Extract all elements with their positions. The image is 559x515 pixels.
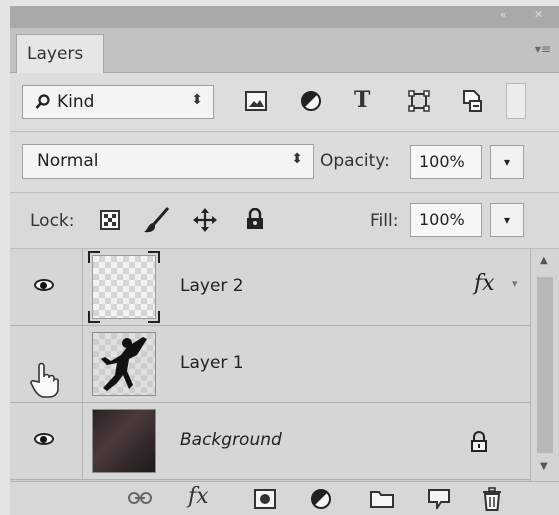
lock-icon — [471, 431, 487, 452]
layer-row-background[interactable]: Background — [10, 403, 530, 480]
filter-toggle-switch[interactable] — [506, 83, 526, 119]
scrollbar-thumb[interactable] — [537, 277, 553, 453]
link-layers-icon[interactable] — [128, 491, 152, 505]
scroll-down-icon[interactable]: ▼ — [540, 461, 548, 472]
figure-thumbnail-icon — [93, 333, 155, 395]
type-filter-icon[interactable]: T — [354, 87, 370, 113]
selection-frame-icon — [88, 251, 160, 323]
blend-mode-select[interactable]: Normal ⬍ — [22, 144, 314, 179]
new-group-icon[interactable] — [370, 490, 394, 508]
panel-titlebar: « ✕ — [10, 6, 559, 28]
hand-cursor-icon — [30, 362, 59, 398]
visibility-toggle[interactable] — [10, 403, 83, 479]
fill-dropdown-button[interactable]: ▾ — [490, 203, 524, 237]
layers-list: Layer 2 fx ▾ Layer 1 Background ▲ ▼ — [10, 249, 559, 481]
scroll-up-icon[interactable]: ▲ — [540, 255, 548, 266]
collapse-icon[interactable]: « — [500, 8, 507, 21]
tab-label: Layers — [27, 44, 84, 64]
tab-bar: Layers ▾≡ — [10, 28, 559, 73]
layers-bottom-toolbar: fx — [10, 481, 559, 515]
select-arrow-icon: ⬍ — [191, 92, 203, 108]
lock-position-icon[interactable] — [193, 208, 217, 232]
opacity-label: Opacity: — [320, 151, 390, 171]
blend-mode-value: Normal — [37, 151, 99, 171]
expand-effects-icon[interactable]: ▾ — [512, 277, 518, 290]
tab-layers[interactable]: Layers — [16, 34, 104, 73]
opacity-dropdown-button[interactable]: ▾ — [490, 145, 524, 179]
filter-kind-select[interactable]: Kind ⬍ — [22, 85, 214, 119]
shape-filter-icon[interactable] — [408, 90, 430, 112]
eye-icon — [34, 433, 54, 445]
smart-object-filter-icon[interactable] — [461, 89, 483, 113]
new-fill-adjustment-icon[interactable] — [310, 488, 332, 510]
lock-transparent-pixels-icon[interactable] — [100, 210, 120, 230]
delete-layer-icon[interactable] — [482, 487, 502, 511]
select-arrow-icon: ⬍ — [291, 151, 303, 167]
fill-label: Fill: — [370, 211, 399, 231]
fill-input[interactable]: 100% — [410, 203, 482, 237]
visibility-toggle[interactable] — [10, 249, 83, 325]
eye-icon — [34, 279, 54, 291]
panel-menu-icon[interactable]: ▾≡ — [535, 42, 551, 56]
lock-row: Lock: Fill: 100% ▾ — [10, 193, 559, 249]
filter-kind-label: Kind — [57, 92, 95, 112]
search-icon — [35, 94, 50, 109]
layer-name[interactable]: Layer 2 — [180, 276, 244, 296]
lock-label: Lock: — [30, 211, 75, 231]
layer-name[interactable]: Layer 1 — [180, 353, 244, 373]
layer-thumbnail[interactable] — [92, 409, 156, 473]
layers-panel: « ✕ Layers ▾≡ Kind ⬍ T Normal ⬍ Opacity:… — [10, 6, 559, 515]
layer-thumbnail[interactable] — [92, 332, 156, 396]
filter-row: Kind ⬍ T — [10, 73, 559, 132]
new-layer-icon[interactable] — [428, 489, 450, 509]
close-icon[interactable]: ✕ — [534, 8, 543, 21]
lock-all-icon[interactable] — [246, 208, 264, 230]
fx-icon[interactable]: fx — [474, 271, 495, 296]
add-style-icon[interactable]: fx — [188, 484, 209, 509]
blend-row: Normal ⬍ Opacity: 100% ▾ — [10, 132, 559, 193]
layers-scrollbar[interactable]: ▲ ▼ — [530, 249, 559, 481]
image-filter-icon[interactable] — [244, 90, 268, 112]
add-mask-icon[interactable] — [254, 489, 276, 509]
adjustment-filter-icon[interactable] — [300, 90, 322, 112]
opacity-input[interactable]: 100% — [410, 145, 482, 179]
lock-image-pixels-icon[interactable] — [142, 206, 170, 234]
layer-row-layer-2[interactable]: Layer 2 fx ▾ — [10, 249, 530, 326]
layer-name[interactable]: Background — [180, 430, 282, 450]
layer-row-layer-1[interactable]: Layer 1 — [10, 326, 530, 403]
visibility-toggle[interactable] — [10, 326, 83, 402]
